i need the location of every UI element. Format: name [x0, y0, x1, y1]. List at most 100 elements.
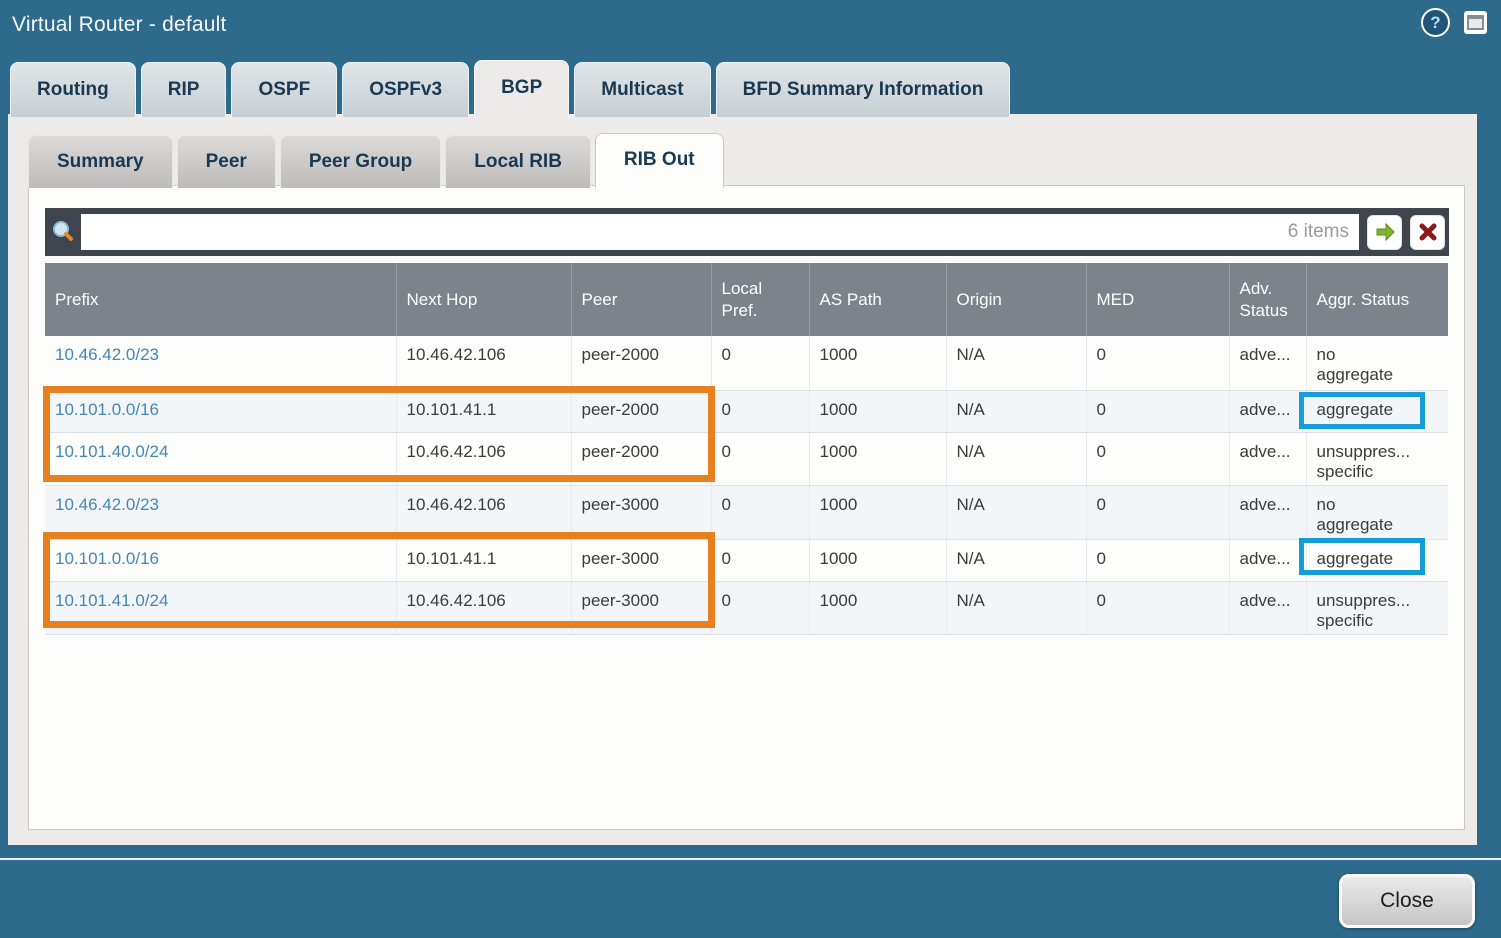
- cell-adv-status: adve...: [1229, 485, 1306, 539]
- cell-local-pref: 0: [711, 485, 809, 539]
- cell-prefix: 10.101.0.0/16: [45, 390, 396, 432]
- cell-next-hop: 10.101.41.1: [396, 390, 571, 432]
- table-row[interactable]: 10.101.0.0/1610.101.41.1peer-300001000N/…: [45, 539, 1448, 581]
- tab-bfd-summary-information[interactable]: BFD Summary Information: [716, 62, 1011, 117]
- col-local-pref[interactable]: Local Pref.: [711, 263, 809, 336]
- cell-med: 0: [1086, 432, 1229, 485]
- cell-local-pref: 0: [711, 390, 809, 432]
- cell-peer: peer-2000: [571, 432, 711, 485]
- cell-next-hop: 10.46.42.106: [396, 581, 571, 634]
- cell-origin: N/A: [946, 581, 1086, 634]
- col-peer[interactable]: Peer: [571, 263, 711, 336]
- tab-bgp[interactable]: BGP: [474, 60, 569, 117]
- cell-med: 0: [1086, 336, 1229, 390]
- tab-ospf[interactable]: OSPF: [231, 62, 337, 117]
- cell-med: 0: [1086, 485, 1229, 539]
- col-aggr-status[interactable]: Aggr. Status: [1306, 263, 1448, 336]
- cell-aggr-status: aggregate: [1306, 390, 1448, 432]
- close-button[interactable]: Close: [1339, 874, 1475, 928]
- col-med[interactable]: MED: [1086, 263, 1229, 336]
- cell-peer: peer-3000: [571, 581, 711, 634]
- cell-as-path: 1000: [809, 539, 946, 581]
- search-input[interactable]: [81, 214, 1288, 250]
- rib-out-panel: 6 items: [28, 185, 1465, 830]
- apply-filter-button[interactable]: [1367, 215, 1402, 250]
- cell-next-hop: 10.46.42.106: [396, 432, 571, 485]
- items-count: 6 items: [1288, 221, 1349, 243]
- col-origin[interactable]: Origin: [946, 263, 1086, 336]
- table-row[interactable]: 10.101.40.0/2410.46.42.106peer-200001000…: [45, 432, 1448, 485]
- table-row[interactable]: 10.101.0.0/1610.101.41.1peer-200001000N/…: [45, 390, 1448, 432]
- tab-ospfv3[interactable]: OSPFv3: [342, 62, 469, 117]
- col-adv-status[interactable]: Adv. Status: [1229, 263, 1306, 336]
- cell-peer: peer-2000: [571, 390, 711, 432]
- bgp-panel: SummaryPeerPeer GroupLocal RIBRIB Out 6 …: [8, 114, 1477, 845]
- table-body: 10.46.42.0/2310.46.42.106peer-200001000N…: [45, 336, 1448, 634]
- subtab-summary[interactable]: Summary: [28, 135, 173, 188]
- subtab-peer[interactable]: Peer: [177, 135, 276, 188]
- cell-peer: peer-3000: [571, 539, 711, 581]
- search-icon: [45, 219, 81, 245]
- subtab-peer-group[interactable]: Peer Group: [280, 135, 441, 188]
- cell-next-hop: 10.46.42.106: [396, 336, 571, 390]
- main-tabs: RoutingRIPOSPFOSPFv3BGPMulticastBFD Summ…: [10, 60, 1010, 117]
- titlebar: Virtual Router - default ?: [0, 0, 1501, 58]
- cell-adv-status: adve...: [1229, 432, 1306, 485]
- cell-next-hop: 10.101.41.1: [396, 539, 571, 581]
- subtab-rib-out[interactable]: RIB Out: [595, 133, 724, 188]
- table-row[interactable]: 10.46.42.0/2310.46.42.106peer-200001000N…: [45, 336, 1448, 390]
- cell-as-path: 1000: [809, 432, 946, 485]
- cell-prefix: 10.46.42.0/23: [45, 485, 396, 539]
- tab-routing[interactable]: Routing: [10, 62, 136, 117]
- titlebar-icons: ?: [1421, 8, 1487, 37]
- window-icon[interactable]: [1464, 11, 1487, 34]
- cell-peer: peer-2000: [571, 336, 711, 390]
- cell-aggr-status: no aggregate: [1306, 485, 1448, 539]
- col-prefix[interactable]: Prefix: [45, 263, 396, 336]
- cell-med: 0: [1086, 539, 1229, 581]
- cell-aggr-status: no aggregate: [1306, 336, 1448, 390]
- cell-med: 0: [1086, 390, 1229, 432]
- col-next-hop[interactable]: Next Hop: [396, 263, 571, 336]
- cell-as-path: 1000: [809, 390, 946, 432]
- clear-filter-button[interactable]: [1410, 215, 1445, 250]
- help-icon[interactable]: ?: [1421, 8, 1450, 37]
- green-arrow-icon: [1374, 221, 1396, 243]
- cell-origin: N/A: [946, 539, 1086, 581]
- subtab-local-rib[interactable]: Local RIB: [445, 135, 591, 188]
- cell-aggr-status: aggregate: [1306, 539, 1448, 581]
- cell-prefix: 10.101.41.0/24: [45, 581, 396, 634]
- table-row[interactable]: 10.101.41.0/2410.46.42.106peer-300001000…: [45, 581, 1448, 634]
- cell-peer: peer-3000: [571, 485, 711, 539]
- cell-aggr-status: unsuppres... specific: [1306, 432, 1448, 485]
- cell-as-path: 1000: [809, 485, 946, 539]
- cell-prefix: 10.101.0.0/16: [45, 539, 396, 581]
- filter-toolbar: 6 items: [45, 208, 1449, 256]
- cell-aggr-status: unsuppres... specific: [1306, 581, 1448, 634]
- tab-rip[interactable]: RIP: [141, 62, 227, 117]
- tab-multicast[interactable]: Multicast: [574, 62, 710, 117]
- footer-separator: [0, 858, 1501, 860]
- cell-origin: N/A: [946, 336, 1086, 390]
- cell-origin: N/A: [946, 485, 1086, 539]
- cell-adv-status: adve...: [1229, 336, 1306, 390]
- cell-next-hop: 10.46.42.106: [396, 485, 571, 539]
- cell-local-pref: 0: [711, 336, 809, 390]
- table-row[interactable]: 10.46.42.0/2310.46.42.106peer-300001000N…: [45, 485, 1448, 539]
- cell-local-pref: 0: [711, 432, 809, 485]
- cell-prefix: 10.46.42.0/23: [45, 336, 396, 390]
- cell-adv-status: adve...: [1229, 581, 1306, 634]
- rib-out-table: PrefixNext HopPeerLocal Pref.AS PathOrig…: [45, 263, 1448, 635]
- cell-adv-status: adve...: [1229, 390, 1306, 432]
- table-header-row: PrefixNext HopPeerLocal Pref.AS PathOrig…: [45, 263, 1448, 336]
- cell-local-pref: 0: [711, 581, 809, 634]
- red-x-icon: [1418, 222, 1438, 242]
- cell-adv-status: adve...: [1229, 539, 1306, 581]
- cell-origin: N/A: [946, 432, 1086, 485]
- cell-local-pref: 0: [711, 539, 809, 581]
- dialog-title: Virtual Router - default: [12, 13, 227, 37]
- sub-tabs: SummaryPeerPeer GroupLocal RIBRIB Out: [28, 133, 724, 188]
- col-as-path[interactable]: AS Path: [809, 263, 946, 336]
- cell-as-path: 1000: [809, 581, 946, 634]
- cell-origin: N/A: [946, 390, 1086, 432]
